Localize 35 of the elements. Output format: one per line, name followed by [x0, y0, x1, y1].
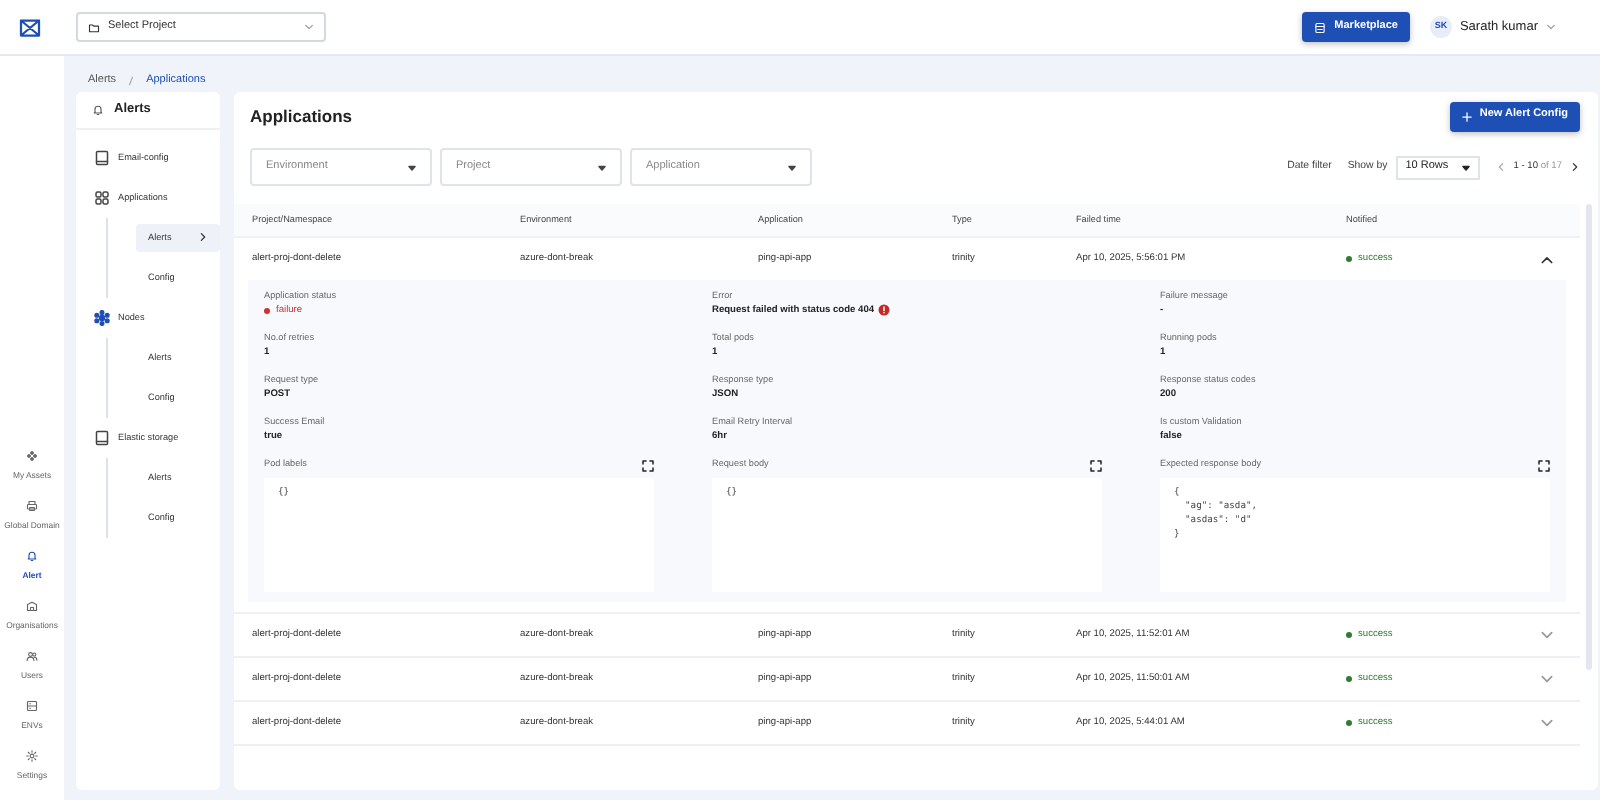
nodes-icon: [94, 310, 110, 326]
caret-down-icon: [1461, 163, 1470, 171]
bell-icon: [26, 550, 38, 563]
chevron-down-icon: [1546, 22, 1556, 32]
assets-icon: [26, 450, 38, 463]
grid-icon: [94, 190, 110, 206]
chevron-down-icon[interactable]: [1540, 674, 1554, 685]
chevron-up-icon[interactable]: [1540, 254, 1554, 264]
building-icon: [26, 600, 38, 613]
caret-down-icon: [788, 163, 796, 171]
settings-icon: [26, 750, 38, 763]
chevron-right-icon: [1570, 162, 1580, 172]
caret-down-icon: [598, 163, 606, 171]
chevron-left-icon: [1495, 162, 1506, 172]
store-icon: [1314, 21, 1327, 33]
chevron-right-icon: [198, 232, 208, 243]
plus-icon: [1461, 111, 1472, 121]
caret-down-icon: [408, 163, 416, 171]
chevron-down-icon[interactable]: [1540, 718, 1554, 729]
expand-icon: [1538, 459, 1550, 472]
book-icon: [94, 430, 110, 446]
server-icon: [26, 700, 38, 713]
slash-icon: [128, 75, 135, 85]
folder-icon: [88, 21, 100, 33]
chevron-down-icon[interactable]: [1540, 630, 1554, 641]
chevron-down-icon: [304, 22, 314, 32]
expand-icon: [642, 459, 654, 472]
book-icon: [94, 150, 110, 166]
users-icon: [26, 650, 38, 663]
logo-icon: [18, 15, 42, 39]
expand-icon: [1090, 459, 1102, 472]
printer-icon: [26, 500, 38, 513]
bell-icon: [92, 104, 104, 116]
error-icon: [878, 304, 891, 317]
page-title: Applications: [250, 103, 353, 129]
